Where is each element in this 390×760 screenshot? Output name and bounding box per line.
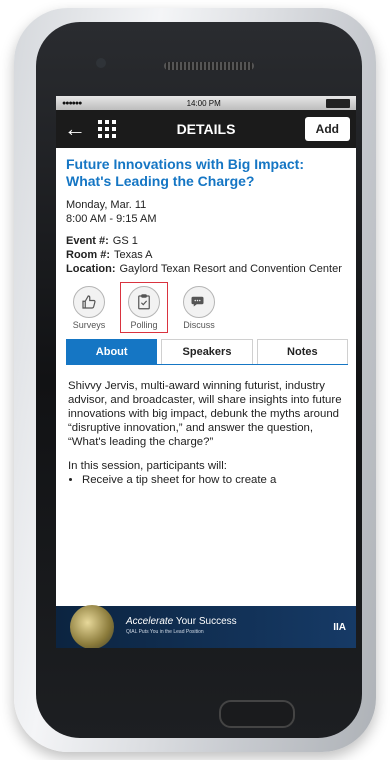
banner-tagline: QIAL Puts You in the Lead Position — [126, 629, 204, 635]
home-button[interactable] — [219, 700, 295, 728]
session-date: Monday, Mar. 11 — [66, 199, 147, 211]
session-title: Future Innovations with Big Impact: What… — [66, 156, 304, 189]
action-buttons: Surveys Polling Discuss — [66, 282, 348, 333]
room-label: Room #: — [66, 249, 110, 261]
about-intro: In this session, participants will: — [68, 460, 227, 472]
tab-about[interactable]: About — [66, 339, 158, 364]
add-button[interactable]: Add — [304, 117, 350, 141]
session-info: Event #: GS 1 Room #: Texas A Location: Gay… — [66, 234, 348, 276]
battery-icon — [326, 98, 350, 108]
tab-speakers[interactable]: Speakers — [161, 339, 253, 364]
polling-label: Polling — [130, 320, 158, 330]
session-details: Future Innovations with Big Impact: What… — [56, 148, 356, 365]
discuss-label: Discuss — [183, 320, 215, 330]
about-text: Shivvy Jervis, multi-award winning futur… — [56, 365, 356, 487]
globe-icon — [70, 605, 114, 648]
detail-tabs: About Speakers Notes — [66, 339, 348, 365]
signal-icon: ●●●●●● — [62, 99, 82, 107]
list-item: Receive a tip sheet for how to create a — [82, 473, 344, 487]
room-value: Texas A — [114, 249, 153, 261]
iia-logo-icon: IIA — [333, 621, 346, 633]
ad-banner[interactable]: Accelerate Your Success QIAL Puts You in… — [56, 605, 356, 648]
event-label: Event #: — [66, 235, 109, 247]
chat-bubble-icon — [183, 286, 215, 318]
surveys-label: Surveys — [72, 320, 106, 330]
banner-rest: Your Success — [173, 616, 237, 627]
surveys-button[interactable]: Surveys — [66, 286, 112, 333]
clipboard-check-icon — [128, 286, 160, 318]
location-label: Location: — [66, 263, 116, 275]
camera-icon — [96, 58, 106, 68]
status-bar: ●●●●●● 14:00 PM — [56, 96, 356, 110]
about-paragraph: Shivvy Jervis, multi-award winning futur… — [68, 380, 342, 448]
about-bullets: Receive a tip sheet for how to create a — [68, 473, 344, 487]
event-value: GS 1 — [112, 235, 138, 247]
polling-button[interactable]: Polling — [120, 282, 168, 333]
app-screen: ●●●●●● 14:00 PM ← DETAILS Add Future Inn… — [56, 96, 356, 648]
speaker-grille — [164, 62, 254, 70]
thumbs-up-icon — [73, 286, 105, 318]
location-value: Gaylord Texan Resort and Convention Cent… — [119, 263, 342, 275]
banner-text: Accelerate Your Success QIAL Puts You in… — [126, 617, 237, 637]
status-time: 14:00 PM — [186, 98, 221, 108]
banner-accent: Accelerate — [126, 616, 174, 627]
discuss-button[interactable]: Discuss — [176, 286, 222, 333]
tab-notes[interactable]: Notes — [256, 339, 348, 364]
session-time: 8:00 AM - 9:15 AM — [66, 213, 157, 225]
nav-bar: ← DETAILS Add — [56, 110, 356, 148]
